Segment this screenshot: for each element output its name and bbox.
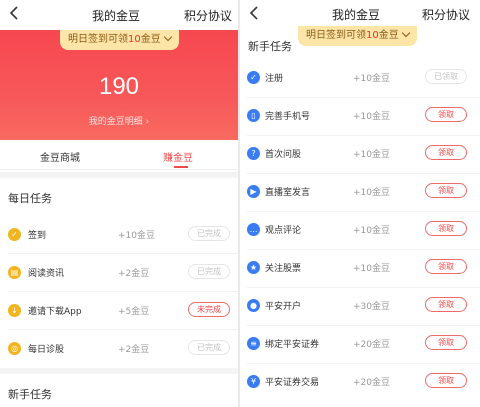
bean-detail-link[interactable]: 我的金豆明细 › xyxy=(0,114,238,127)
tab-bar: 金豆商城 赚金豆 xyxy=(0,142,238,170)
page-title: 我的金豆 xyxy=(332,8,381,22)
sign-in-tip[interactable]: 明日签到可领10金豆 xyxy=(60,30,179,50)
task-name: 关注股票 xyxy=(265,264,302,274)
novice-task-row: ▶ 直播室发言 +10金豆 领取 xyxy=(240,174,480,212)
novice-task-row: ? 首次问股 +10金豆 领取 xyxy=(240,136,480,174)
tip-number: 10 xyxy=(366,30,379,41)
chevron-down-icon xyxy=(401,28,410,38)
novice-tasks-title: 新手任务 xyxy=(8,388,52,401)
novice-task-row: ● 平安开户 +30金豆 领取 xyxy=(240,288,480,326)
task-status-button[interactable]: 未完成 xyxy=(188,302,230,317)
page-title: 我的金豆 xyxy=(92,9,141,23)
tip-text: 明日签到可领 xyxy=(306,30,366,41)
task-reward: +10金豆 xyxy=(353,150,390,160)
section-separator xyxy=(0,368,238,374)
task-reward: +20金豆 xyxy=(353,340,390,350)
novice-task-row: ✓ 注册 +10金豆 已领取 xyxy=(240,60,480,98)
left-screen: 我的金豆 积分协议 明日签到可领10金豆 190 我的金豆明细 › 金豆商城 赚… xyxy=(0,0,238,407)
task-name: 阅读资讯 xyxy=(28,269,65,279)
daily-task-row: ↓ 邀请下载App +5金豆 未完成 xyxy=(0,292,238,330)
task-name: 签到 xyxy=(28,231,47,241)
bean-balance: 190 xyxy=(98,73,140,100)
task-reward: +10金豆 xyxy=(118,231,155,241)
tip-number: 10 xyxy=(128,34,141,45)
task-status-button[interactable]: 领取 xyxy=(425,259,467,274)
daily-task-row: ✓ 签到 +10金豆 已完成 xyxy=(0,216,238,254)
comment-icon: … xyxy=(247,223,260,236)
calendar-icon: ✓ xyxy=(8,228,21,241)
invite-icon: ↓ xyxy=(8,304,21,317)
back-icon[interactable] xyxy=(6,4,24,22)
task-status-button[interactable]: 已完成 xyxy=(188,340,230,355)
task-reward: +5金豆 xyxy=(118,307,150,317)
phone-icon: ▯ xyxy=(247,109,260,122)
chevron-down-icon xyxy=(163,32,172,42)
article-icon: ▤ xyxy=(8,266,21,279)
section-separator xyxy=(0,172,238,178)
agreement-link[interactable]: 积分协议 xyxy=(422,6,470,23)
tip-unit: 金豆 xyxy=(378,30,399,41)
task-name: 完善手机号 xyxy=(265,112,311,122)
daily-tasks-title: 每日任务 xyxy=(8,192,52,205)
task-name: 绑定平安证券 xyxy=(265,340,320,350)
task-name: 邀请下载App xyxy=(28,307,82,317)
novice-task-row: ≡ 绑定平安证券 +20金豆 领取 xyxy=(240,326,480,364)
task-reward: +10金豆 xyxy=(353,74,390,84)
tab-bean-mall[interactable]: 金豆商城 xyxy=(40,149,80,164)
task-status-button[interactable]: 领取 xyxy=(425,297,467,312)
question-icon: ? xyxy=(247,147,260,160)
novice-task-row: ▯ 完善手机号 +10金豆 领取 xyxy=(240,98,480,136)
task-reward: +10金豆 xyxy=(353,226,390,236)
top-bar: 我的金豆 积分协议 xyxy=(0,0,238,30)
task-name: 每日诊股 xyxy=(28,345,65,355)
task-status-button[interactable]: 领取 xyxy=(425,335,467,350)
task-status-button[interactable]: 已领取 xyxy=(425,69,467,84)
diagnose-icon: ◎ xyxy=(8,342,21,355)
task-name: 观点评论 xyxy=(265,226,302,236)
task-reward: +30金豆 xyxy=(353,302,390,312)
task-name: 注册 xyxy=(265,74,284,84)
novice-task-row: … 观点评论 +10金豆 领取 xyxy=(240,212,480,250)
novice-task-row: ★ 关注股票 +10金豆 领取 xyxy=(240,250,480,288)
star-icon: ★ xyxy=(247,261,260,274)
sign-in-tip[interactable]: 明日签到可领10金豆 xyxy=(298,26,417,46)
right-screen: 我的金豆 积分协议 明日签到可领10金豆 新手任务 ✓ 注册 +10金豆 已领取… xyxy=(240,0,480,407)
task-reward: +2金豆 xyxy=(118,269,150,279)
tip-text: 明日签到可领 xyxy=(68,34,128,45)
task-status-button[interactable]: 领取 xyxy=(425,221,467,236)
daily-task-row: ▤ 阅读资讯 +2金豆 已完成 xyxy=(0,254,238,292)
task-status-button[interactable]: 领取 xyxy=(425,107,467,122)
active-tab-indicator xyxy=(174,166,188,168)
check-icon: ✓ xyxy=(247,71,260,84)
task-reward: +10金豆 xyxy=(353,264,390,274)
tip-unit: 金豆 xyxy=(140,34,161,45)
agreement-link[interactable]: 积分协议 xyxy=(184,7,232,24)
task-reward: +20金豆 xyxy=(353,378,390,388)
account-icon: ● xyxy=(247,299,260,312)
live-icon: ▶ xyxy=(247,185,260,198)
tab-earn-beans[interactable]: 赚金豆 xyxy=(163,149,193,164)
task-status-button[interactable]: 领取 xyxy=(425,183,467,198)
task-status-button[interactable]: 已完成 xyxy=(188,226,230,241)
task-reward: +10金豆 xyxy=(353,188,390,198)
novice-tasks-title: 新手任务 xyxy=(248,40,292,53)
daily-task-row: ◎ 每日诊股 +2金豆 已完成 xyxy=(0,330,238,368)
back-icon[interactable] xyxy=(246,4,264,22)
novice-task-row: ¥ 平安证券交易 +20金豆 领取 xyxy=(240,364,480,402)
bind-icon: ≡ xyxy=(247,337,260,350)
task-reward: +2金豆 xyxy=(118,345,150,355)
task-name: 平安开户 xyxy=(265,302,302,312)
trade-icon: ¥ xyxy=(247,375,260,388)
task-name: 首次问股 xyxy=(265,150,302,160)
task-name: 平安证券交易 xyxy=(265,378,320,388)
task-status-button[interactable]: 已完成 xyxy=(188,264,230,279)
task-status-button[interactable]: 领取 xyxy=(425,373,467,388)
task-status-button[interactable]: 领取 xyxy=(425,145,467,160)
task-reward: +10金豆 xyxy=(353,112,390,122)
task-name: 直播室发言 xyxy=(265,188,311,198)
